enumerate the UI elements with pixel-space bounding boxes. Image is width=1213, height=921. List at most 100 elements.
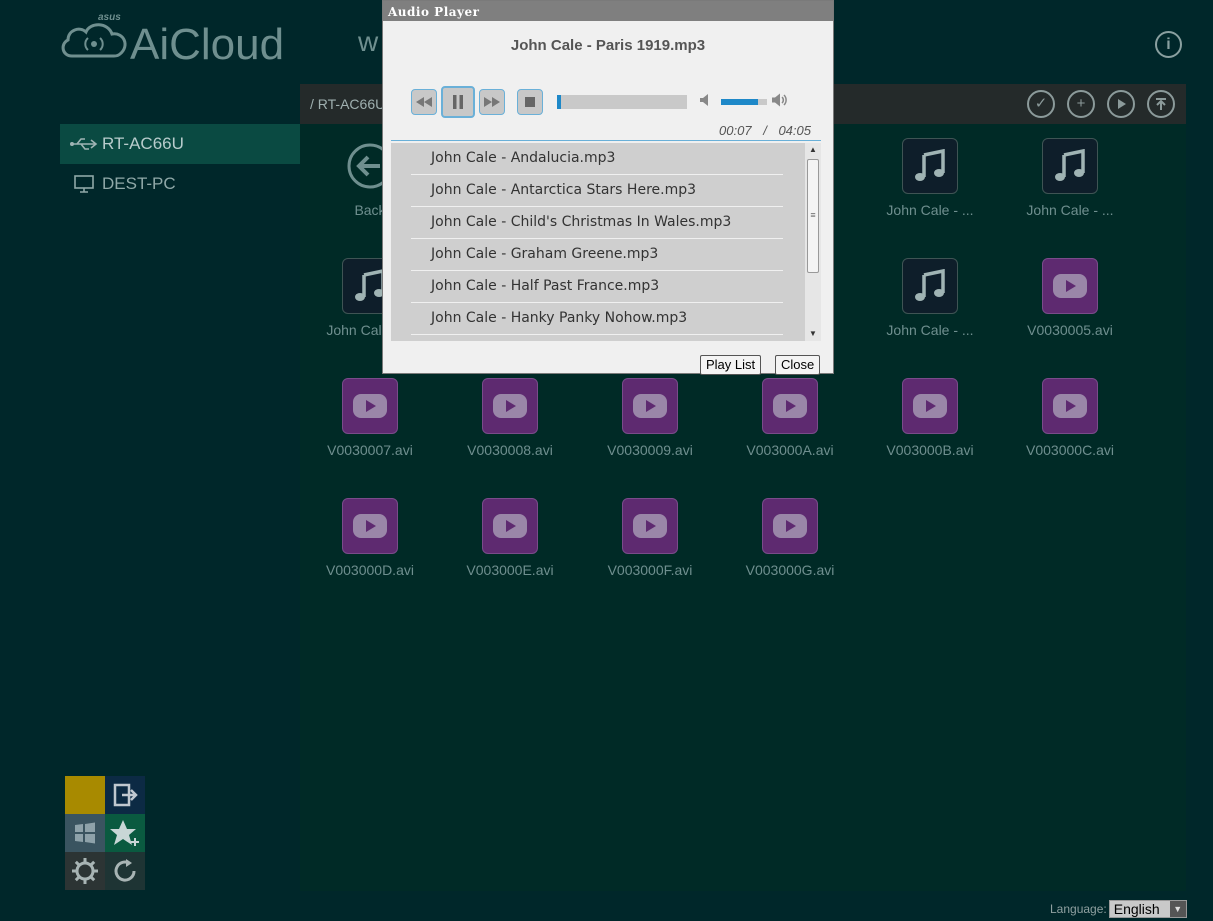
video-play-icon <box>902 378 958 434</box>
file-name: V003000E.avi <box>466 562 554 578</box>
playlist-item[interactable]: John Cale - Half Past France.mp3 <box>411 271 783 303</box>
sidebar-item-label: RT-AC66U <box>102 134 184 153</box>
cloud-icon <box>61 23 127 58</box>
monitor-icon <box>68 174 100 194</box>
video-play-icon <box>482 498 538 554</box>
file-tile[interactable]: V003000C.avi <box>1000 368 1140 478</box>
file-name: John Cal <box>326 322 382 338</box>
file-name: V0030007.avi <box>327 442 413 458</box>
file-name: V003000A.avi <box>746 442 834 458</box>
sidebar-item-label: DEST-PC <box>102 174 176 193</box>
file-name: V0030005.avi <box>1027 322 1113 338</box>
file-tile[interactable]: V0030008.avi <box>440 368 580 478</box>
file-tile[interactable]: John Cale - ... <box>1000 128 1140 238</box>
file-tile[interactable]: John Cale - ... <box>860 248 1000 358</box>
chevron-down-icon: ▼ <box>1169 901 1186 917</box>
file-name: John Cale - ... <box>1026 202 1114 218</box>
file-tile[interactable]: V0030007.avi <box>300 368 440 478</box>
playlist: John Cale - Andalucia.mp3 John Cale - An… <box>391 143 821 341</box>
refresh-icon[interactable] <box>105 852 145 890</box>
current-time: 00:07 <box>719 123 752 138</box>
settings-gear-icon[interactable] <box>65 852 105 890</box>
file-tile[interactable]: V003000A.avi <box>720 368 860 478</box>
select-check-icon[interactable]: ✓ <box>1027 90 1055 118</box>
asus-label: asus <box>98 12 121 23</box>
volume-mute-icon[interactable] <box>699 93 713 110</box>
file-tile[interactable]: V003000F.avi <box>580 488 720 598</box>
pause-icon <box>453 95 463 109</box>
video-play-icon <box>1042 258 1098 314</box>
playlist-item[interactable]: John Cale - Child's Christmas In Wales.m… <box>411 207 783 239</box>
info-icon[interactable]: i <box>1155 31 1182 58</box>
file-tile[interactable]: V003000E.avi <box>440 488 580 598</box>
video-play-icon <box>1042 378 1098 434</box>
scroll-down-icon[interactable]: ▼ <box>805 327 821 341</box>
video-play-icon <box>762 498 818 554</box>
audio-player-dialog: Audio Player John Cale - Paris 1919.mp3 … <box>382 0 834 375</box>
breadcrumb: / RT-AC66U <box>310 96 386 112</box>
header-title-partial: w <box>358 26 379 57</box>
stop-button[interactable] <box>517 89 543 115</box>
player-controls <box>411 86 831 118</box>
yellow-tile[interactable] <box>65 776 105 814</box>
sidebar-item-rt-ac66u[interactable]: RT-AC66U <box>60 124 300 164</box>
file-tile[interactable]: V003000D.avi <box>300 488 440 598</box>
language-selector: Language: English ▼ <box>1050 900 1187 918</box>
playlist-item[interactable]: John Cale - Andalucia.mp3 <box>411 143 783 175</box>
volume-max-icon[interactable] <box>771 92 789 112</box>
stop-icon <box>525 97 535 107</box>
pause-button[interactable] <box>441 86 475 118</box>
file-name: V003000C.avi <box>1026 442 1114 458</box>
seek-bar-fill <box>557 95 561 109</box>
sidebar-item-dest-pc[interactable]: DEST-PC <box>60 164 300 204</box>
playlist-scrollbar[interactable]: ▲ ≡ ▼ <box>805 143 821 341</box>
language-select[interactable]: English ▼ <box>1108 900 1187 918</box>
file-tile[interactable]: John Cale - ... <box>860 128 1000 238</box>
playlist-item[interactable]: John Cale - Antarctica Stars Here.mp3 <box>411 175 783 207</box>
play-icon[interactable] <box>1107 90 1135 118</box>
music-note-icon <box>1042 138 1098 194</box>
scroll-thumb[interactable]: ≡ <box>807 159 819 273</box>
file-tile[interactable]: V003000B.avi <box>860 368 1000 478</box>
video-play-icon <box>342 378 398 434</box>
dialog-title: Audio Player <box>383 1 833 21</box>
playlist-item[interactable]: John Cale - Graham Greene.mp3 <box>411 239 783 271</box>
file-name: V003000G.avi <box>745 562 835 578</box>
rewind-button[interactable] <box>411 89 437 115</box>
file-name: John Cale - ... <box>886 202 974 218</box>
aicloud-logo: asus AiCloud <box>58 12 298 69</box>
file-name: John Cale - ... <box>886 322 974 338</box>
logout-icon[interactable] <box>105 776 145 814</box>
upload-icon[interactable] <box>1147 90 1175 118</box>
playlist-item[interactable]: John Cale - Hanky Panky Nohow.mp3 <box>411 303 783 335</box>
fast-forward-icon <box>484 97 500 107</box>
scroll-up-icon[interactable]: ▲ <box>805 143 821 157</box>
brand-title: AiCloud <box>130 20 285 69</box>
time-separator: / <box>763 123 767 138</box>
volume-slider-fill <box>721 99 758 105</box>
fast-forward-button[interactable] <box>479 89 505 115</box>
file-name: V0030009.avi <box>607 442 693 458</box>
now-playing-track: John Cale - Paris 1919.mp3 <box>510 37 706 54</box>
add-favorite-icon[interactable] <box>105 814 145 852</box>
play-list-button[interactable]: Play List <box>700 355 762 375</box>
file-tile[interactable]: V003000G.avi <box>720 488 860 598</box>
add-icon[interactable]: + <box>1067 90 1095 118</box>
close-button[interactable]: Close <box>775 355 821 375</box>
volume-slider[interactable] <box>721 99 767 105</box>
file-tile[interactable]: V0030005.avi <box>1000 248 1140 358</box>
file-name: V0030008.avi <box>467 442 553 458</box>
file-name: V003000F.avi <box>607 562 693 578</box>
music-note-icon <box>902 258 958 314</box>
language-label: Language: <box>1050 902 1107 916</box>
sidebar: RT-AC66U DEST-PC <box>60 124 300 204</box>
language-value: English <box>1113 901 1160 917</box>
file-name: V003000B.avi <box>886 442 974 458</box>
usb-icon <box>68 137 100 151</box>
video-play-icon <box>622 498 678 554</box>
video-play-icon <box>622 378 678 434</box>
file-tile[interactable]: V0030009.avi <box>580 368 720 478</box>
total-time: 04:05 <box>778 123 811 138</box>
seek-bar[interactable] <box>557 95 687 109</box>
windows-icon[interactable] <box>65 814 105 852</box>
